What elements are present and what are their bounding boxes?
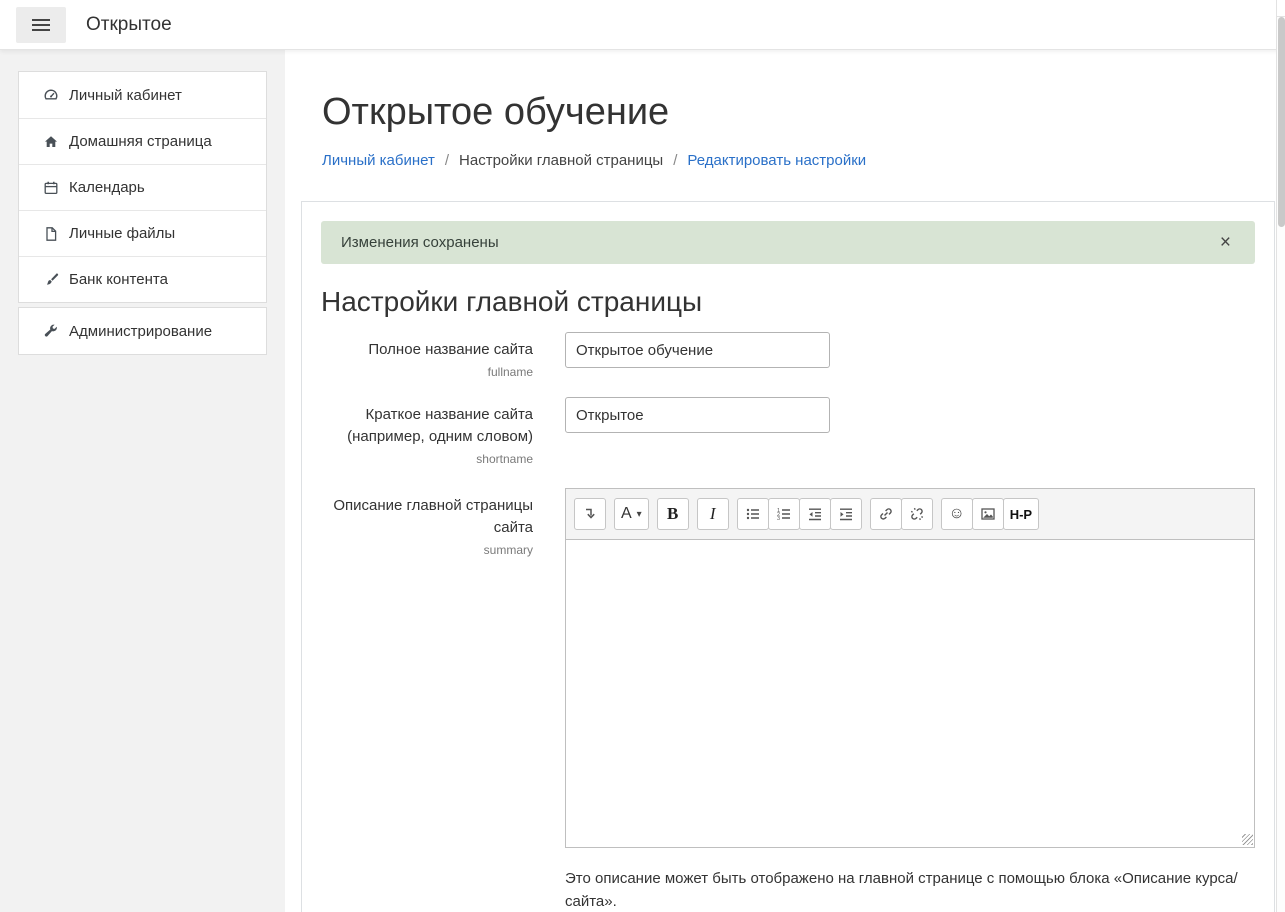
toolbar-italic-button[interactable]: I — [697, 498, 729, 530]
editor-resize-handle[interactable] — [1242, 834, 1253, 845]
toolbar-font-button[interactable]: A ▾ — [614, 498, 649, 530]
fullname-row: Полное название сайта fullname — [321, 332, 1255, 381]
page-header: Открытое обучение Личный кабинет / Настр… — [285, 50, 1285, 169]
success-alert: Изменения сохранены × — [321, 221, 1255, 264]
sidebar-item-label: Администрирование — [69, 323, 212, 340]
shortname-input[interactable] — [565, 397, 830, 433]
top-navbar: Открытое — [0, 0, 1285, 50]
page-title: Открытое обучение — [322, 90, 1285, 134]
svg-text:3: 3 — [777, 516, 780, 522]
home-icon — [43, 134, 60, 150]
nav-drawer: Личный кабинет Домашняя страница Календа… — [0, 50, 285, 912]
shortname-code: shortname — [321, 451, 533, 468]
font-icon: A — [621, 505, 632, 523]
file-icon — [43, 226, 60, 242]
toolbar-image-button[interactable] — [972, 498, 1004, 530]
toolbar-h5p-button[interactable]: H-P — [1003, 498, 1039, 530]
fullname-input[interactable] — [565, 332, 830, 368]
content-card: Изменения сохранены × Настройки главной … — [301, 201, 1275, 912]
sidebar-item-label: Банк контента — [69, 271, 168, 288]
fullname-code: fullname — [321, 364, 533, 381]
dashboard-icon — [43, 87, 60, 103]
breadcrumb-frontpage-settings: Настройки главной страницы — [459, 152, 663, 169]
sidebar-item-label: Личные файлы — [69, 225, 175, 242]
toolbar-collapse-button[interactable] — [574, 498, 606, 530]
summary-code: summary — [321, 542, 533, 559]
image-icon — [980, 506, 996, 522]
site-name[interactable]: Открытое — [86, 14, 172, 36]
hamburger-menu-button[interactable] — [16, 7, 66, 43]
toolbar-unlink-button[interactable] — [901, 498, 933, 530]
sidebar-item-content-bank[interactable]: Банк контента — [19, 256, 266, 302]
breadcrumb-separator: / — [445, 152, 449, 169]
sidebar-item-private-files[interactable]: Личные файлы — [19, 210, 266, 256]
sidebar-item-label: Домашняя страница — [69, 133, 212, 150]
breadcrumb-dashboard-link[interactable]: Личный кабинет — [322, 152, 435, 169]
sidebar-item-label: Календарь — [69, 179, 145, 196]
link-icon — [878, 506, 894, 522]
toolbar-ordered-list-button[interactable]: 123 — [768, 498, 800, 530]
main-region: Открытое обучение Личный кабинет / Настр… — [285, 50, 1285, 912]
shortname-row: Краткое название сайта (например, одним … — [321, 397, 1255, 468]
section-heading: Настройки главной страницы — [321, 286, 1255, 318]
fullname-label: Полное название сайта fullname — [321, 332, 533, 381]
nav-group-main: Личный кабинет Домашняя страница Календа… — [18, 71, 267, 303]
emoticon-icon: ☺ — [949, 505, 965, 523]
hamburger-icon — [32, 19, 50, 21]
toolbar-link-button[interactable] — [870, 498, 902, 530]
chevron-down-icon: ▾ — [637, 509, 642, 520]
wrench-icon — [43, 323, 60, 339]
nav-group-admin: Администрирование — [18, 307, 267, 355]
scrollbar-up-button[interactable] — [1277, 0, 1285, 17]
brush-icon — [43, 272, 60, 288]
sidebar-item-administration[interactable]: Администрирование — [19, 308, 266, 354]
collapse-arrow-icon — [582, 506, 598, 522]
atto-editor: A ▾ B I — [565, 488, 1255, 848]
editor-content-area[interactable] — [566, 540, 1254, 847]
calendar-icon — [43, 180, 60, 196]
alert-close-button[interactable]: × — [1220, 233, 1231, 252]
editor-toolbar: A ▾ B I — [566, 489, 1254, 540]
ordered-list-icon: 123 — [776, 506, 792, 522]
indent-icon — [838, 506, 854, 522]
sidebar-item-calendar[interactable]: Календарь — [19, 164, 266, 210]
toolbar-outdent-button[interactable] — [799, 498, 831, 530]
shortname-label: Краткое название сайта (например, одним … — [321, 397, 533, 468]
unlink-icon — [909, 506, 925, 522]
breadcrumb: Личный кабинет / Настройки главной стран… — [322, 152, 1285, 169]
vertical-scrollbar[interactable] — [1276, 0, 1285, 912]
summary-help-text: Это описание может быть отображено на гл… — [565, 868, 1255, 912]
alert-text: Изменения сохранены — [341, 234, 499, 251]
summary-row: Описание главной страницы сайта summary — [321, 488, 1255, 912]
toolbar-bold-button[interactable]: B — [657, 498, 689, 530]
toolbar-indent-button[interactable] — [830, 498, 862, 530]
unordered-list-icon — [745, 506, 761, 522]
toolbar-unordered-list-button[interactable] — [737, 498, 769, 530]
sidebar-item-home[interactable]: Домашняя страница — [19, 118, 266, 164]
toolbar-emoticon-button[interactable]: ☺ — [941, 498, 973, 530]
outdent-icon — [807, 506, 823, 522]
sidebar-item-dashboard[interactable]: Личный кабинет — [19, 72, 266, 118]
sidebar-item-label: Личный кабинет — [69, 87, 182, 104]
scrollbar-thumb[interactable] — [1278, 17, 1285, 227]
breadcrumb-separator: / — [673, 152, 677, 169]
breadcrumb-edit-settings-link[interactable]: Редактировать настройки — [687, 152, 866, 169]
summary-label: Описание главной страницы сайта summary — [321, 488, 533, 912]
